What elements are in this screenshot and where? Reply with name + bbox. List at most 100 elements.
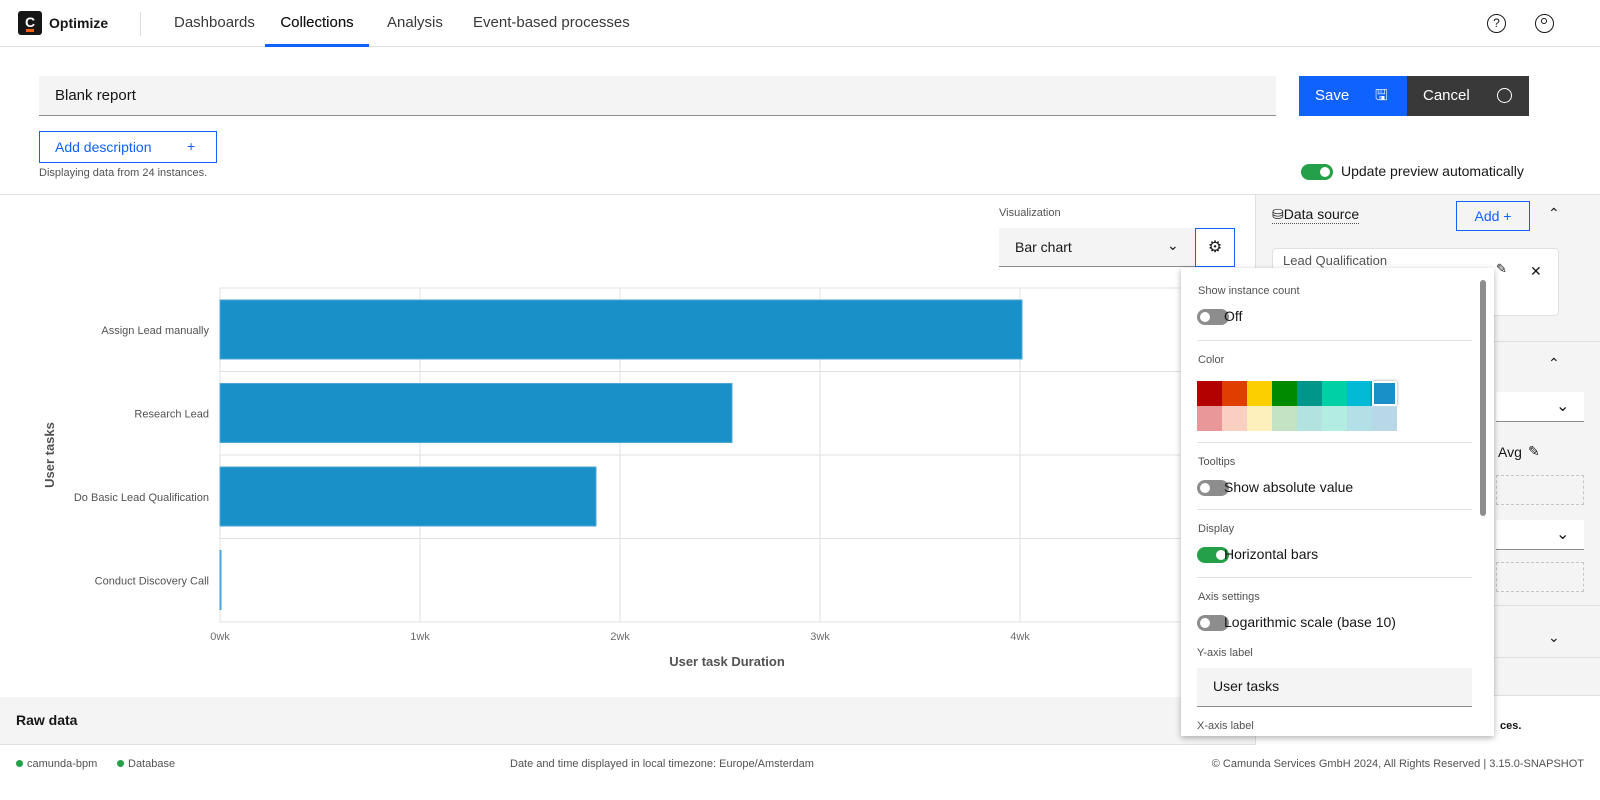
y-tick-label: Do Basic Lead Qualification xyxy=(74,492,209,504)
add-description-button[interactable]: Add description + xyxy=(39,131,217,163)
footer: camunda-bpm Database Date and time displ… xyxy=(0,745,1600,800)
user-profile-icon[interactable] xyxy=(1535,14,1554,33)
y-axis-title: User tasks xyxy=(42,422,57,488)
top-nav: C Optimize Dashboards Collections Collec… xyxy=(0,0,1600,47)
y-axis-label-label: Y-axis label xyxy=(1197,647,1253,659)
save-button[interactable]: Save 🖫 xyxy=(1299,76,1407,116)
copyright: © Camunda Services GmbH 2024, All Rights… xyxy=(1211,758,1584,770)
x-tick-label: 3wk xyxy=(810,631,830,643)
select-field[interactable]: ⌄ xyxy=(1496,520,1584,550)
color-swatch[interactable] xyxy=(1222,381,1247,406)
y-tick-label: Conduct Discovery Call xyxy=(95,575,209,587)
axis-settings-label: Axis settings xyxy=(1198,591,1260,603)
chevron-down-icon: ⌄ xyxy=(1167,237,1179,253)
visualization-value: Bar chart xyxy=(1015,239,1072,255)
divider xyxy=(1197,442,1472,443)
color-swatch[interactable] xyxy=(1197,406,1222,431)
divider xyxy=(1197,509,1472,510)
sidebar-note: ces. xyxy=(1500,720,1522,732)
color-label: Color xyxy=(1198,354,1225,366)
status-dot xyxy=(16,760,23,767)
status-dot xyxy=(117,760,124,767)
chevron-down-icon: ⌄ xyxy=(1556,398,1570,415)
divider xyxy=(1197,577,1472,578)
tooltips-label: Tooltips xyxy=(1198,456,1236,468)
x-tick-label: 2wk xyxy=(610,631,630,643)
tab-analysis[interactable]: Analysis xyxy=(369,0,461,47)
data-source-label: Data source xyxy=(1283,206,1360,222)
x-tick-label: 0wk xyxy=(210,631,230,643)
raw-data-section[interactable]: Raw data xyxy=(0,697,1255,745)
color-swatches-top xyxy=(1197,381,1397,406)
update-preview-label: Update preview automatically xyxy=(1341,163,1524,179)
color-swatch[interactable] xyxy=(1247,406,1272,431)
engine-status: camunda-bpm xyxy=(27,758,98,770)
bar-chart: 0wk 1wk 2wk 3wk 4wk Assign Lead manually Resea… xyxy=(42,287,1180,669)
chevron-down-icon[interactable]: ⌄ xyxy=(1548,629,1560,646)
plus-icon: + xyxy=(187,138,196,154)
instance-count-value: Off xyxy=(1224,308,1243,324)
brand-name: Optimize xyxy=(49,15,109,31)
pencil-icon[interactable]: ✎ xyxy=(1528,443,1540,460)
dropzone[interactable] xyxy=(1496,562,1584,592)
visualization-settings-popover: Show instance count Off Color Tooltips S… xyxy=(1181,268,1494,736)
save-label: Save xyxy=(1315,87,1350,104)
color-swatch[interactable] xyxy=(1272,406,1297,431)
aggregation-label: Avg xyxy=(1498,444,1522,460)
database-status: Database xyxy=(128,758,176,770)
log-scale-label: Logarithmic scale (base 10) xyxy=(1224,614,1396,630)
color-swatch[interactable] xyxy=(1272,381,1297,406)
y-tick-label: Assign Lead manually xyxy=(101,325,209,337)
display-label: Display xyxy=(1198,523,1235,535)
camunda-logo: C xyxy=(18,11,42,35)
timezone-note: Date and time displayed in local timezon… xyxy=(510,758,814,770)
color-swatch[interactable] xyxy=(1372,381,1397,406)
data-source-heading: ⛁Data source xyxy=(1272,206,1360,224)
add-data-source-button[interactable]: Add + xyxy=(1456,201,1530,231)
color-swatch[interactable] xyxy=(1372,406,1397,431)
color-swatch[interactable] xyxy=(1197,381,1222,406)
color-swatch[interactable] xyxy=(1247,381,1272,406)
gear-icon[interactable]: ⚙ xyxy=(1195,228,1235,267)
select-field[interactable]: ⌄ xyxy=(1496,392,1584,422)
close-icon[interactable]: ✕ xyxy=(1530,263,1542,280)
visualization-select[interactable]: Bar chart ⌄ xyxy=(999,228,1195,267)
help-icon[interactable]: ? xyxy=(1487,14,1506,33)
scrollbar[interactable] xyxy=(1480,280,1486,516)
cancel-button[interactable]: Cancel xyxy=(1407,76,1529,116)
cancel-label: Cancel xyxy=(1423,87,1470,104)
color-swatch[interactable] xyxy=(1222,406,1247,431)
x-tick-label: 4wk xyxy=(1010,631,1030,643)
dropzone[interactable] xyxy=(1496,475,1584,505)
database-icon: ⛁ xyxy=(1272,206,1284,222)
tab-dashboards[interactable]: Dashboards xyxy=(156,0,273,47)
y-tick-label: Research Lead xyxy=(134,408,209,420)
color-swatch[interactable] xyxy=(1322,381,1347,406)
bar xyxy=(219,550,222,610)
chevron-up-icon[interactable]: ⌃ xyxy=(1548,355,1560,372)
y-axis-label-input[interactable]: User tasks xyxy=(1197,668,1472,707)
chevron-up-icon[interactable]: ⌃ xyxy=(1548,205,1560,222)
color-swatch[interactable] xyxy=(1297,381,1322,406)
chevron-down-icon: ⌄ xyxy=(1556,526,1570,543)
color-swatch[interactable] xyxy=(1347,381,1372,406)
bar xyxy=(219,383,733,443)
divider xyxy=(1197,340,1472,341)
cancel-icon xyxy=(1497,88,1512,103)
card-title: Lead Qualification xyxy=(1283,253,1388,268)
bar xyxy=(219,299,1023,360)
color-swatch[interactable] xyxy=(1347,406,1372,431)
horizontal-bars-label: Horizontal bars xyxy=(1224,546,1319,562)
color-swatches-bottom xyxy=(1197,406,1397,431)
pencil-icon[interactable]: ✎ xyxy=(1496,261,1507,277)
update-preview-toggle[interactable] xyxy=(1301,164,1333,180)
report-title-input[interactable]: Blank report xyxy=(39,76,1276,116)
color-swatch[interactable] xyxy=(1322,406,1347,431)
color-swatch[interactable] xyxy=(1297,406,1322,431)
bar xyxy=(219,466,597,527)
active-tab-label[interactable]: Collections xyxy=(265,0,369,47)
add-description-label: Add description xyxy=(55,139,152,155)
absolute-value-label: Show absolute value xyxy=(1224,479,1354,495)
instances-note: Displaying data from 24 instances. xyxy=(39,167,208,179)
tab-event-based-processes[interactable]: Event-based processes xyxy=(455,0,648,47)
